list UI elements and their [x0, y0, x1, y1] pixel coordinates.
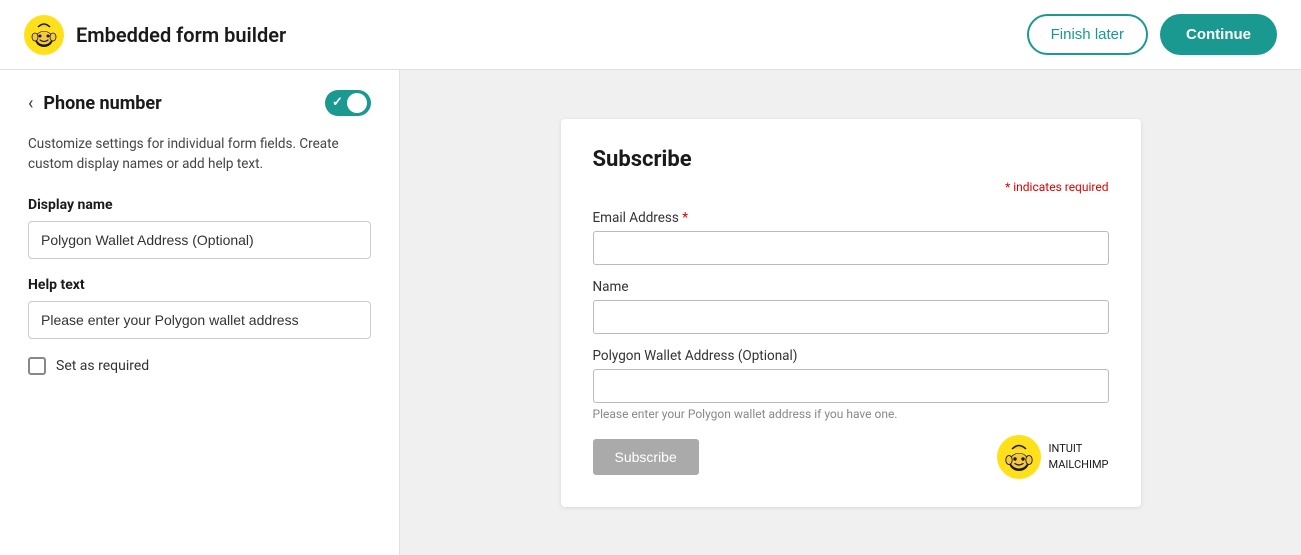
required-label: Set as required: [56, 358, 149, 374]
required-row: Set as required: [28, 357, 371, 375]
required-star: *: [682, 210, 688, 226]
back-button[interactable]: ‹: [28, 93, 33, 114]
mailchimp-brand: INTUIT mailchimp: [997, 435, 1109, 479]
display-name-label: Display name: [28, 197, 371, 213]
email-field-label: Email Address *: [593, 210, 1109, 226]
main-layout: ‹ Phone number ✓ Customize settings for …: [0, 70, 1301, 555]
form-card: Subscribe * indicates required Email Add…: [561, 119, 1141, 507]
app-header: Embedded form builder Finish later Conti…: [0, 0, 1301, 70]
phone-number-toggle[interactable]: ✓: [325, 90, 371, 116]
finish-later-button[interactable]: Finish later: [1027, 14, 1148, 55]
continue-button[interactable]: Continue: [1160, 14, 1277, 55]
sidebar-description: Customize settings for individual form f…: [28, 134, 371, 175]
mailchimp-brand-icon: [997, 435, 1041, 479]
required-checkbox[interactable]: [28, 357, 46, 375]
sidebar-panel: ‹ Phone number ✓ Customize settings for …: [0, 70, 400, 555]
mailchimp-brand-text: INTUIT mailchimp: [1049, 441, 1109, 472]
form-title: Subscribe: [593, 147, 1109, 172]
sidebar-header: ‹ Phone number ✓: [28, 90, 371, 116]
form-preview-area: Subscribe * indicates required Email Add…: [400, 70, 1301, 555]
name-field-label: Name: [593, 279, 1109, 295]
polygon-input[interactable]: [593, 369, 1109, 403]
subscribe-button[interactable]: Subscribe: [593, 439, 699, 475]
required-note: * indicates required: [593, 180, 1109, 194]
form-footer: Subscribe INTUIT: [593, 435, 1109, 479]
toggle-check-icon: ✓: [332, 95, 343, 110]
name-input[interactable]: [593, 300, 1109, 334]
toggle-thumb: [347, 93, 367, 113]
app-title: Embedded form builder: [76, 23, 286, 47]
mailchimp-logo-icon: [24, 15, 64, 55]
header-left: Embedded form builder: [24, 15, 286, 55]
polygon-help-text: Please enter your Polygon wallet address…: [593, 407, 1109, 421]
email-input[interactable]: [593, 231, 1109, 265]
intuit-text: INTUIT: [1049, 442, 1083, 455]
sidebar-header-left: ‹ Phone number: [28, 93, 162, 114]
header-actions: Finish later Continue: [1027, 14, 1277, 55]
help-text-input[interactable]: [28, 301, 371, 339]
sidebar-title: Phone number: [43, 93, 161, 114]
display-name-input[interactable]: [28, 221, 371, 259]
mailchimp-text-main: mailchimp: [1049, 458, 1109, 471]
polygon-field-label: Polygon Wallet Address (Optional): [593, 348, 1109, 364]
help-text-label: Help text: [28, 277, 371, 293]
